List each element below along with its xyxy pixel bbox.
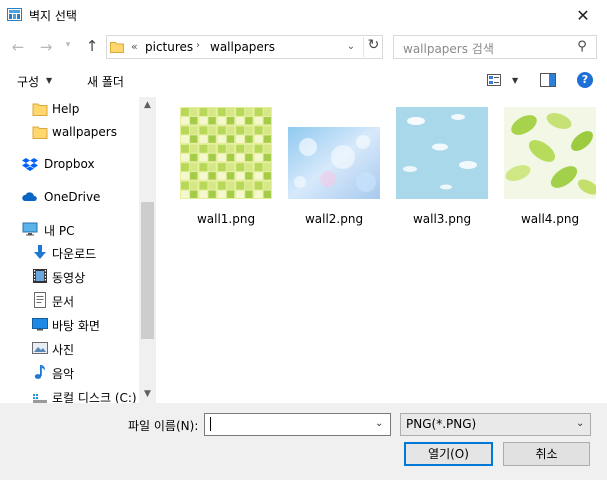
nav-item-local-disk[interactable]: 로컬 디스크 (C:) <box>0 385 140 403</box>
music-icon <box>34 365 45 379</box>
chevron-down-icon[interactable]: ⌄ <box>375 418 383 429</box>
arrow-right-icon: → <box>39 38 53 56</box>
app-icon <box>7 8 22 21</box>
nav-item-dropbox[interactable]: Dropbox <box>0 153 140 175</box>
breadcrumb-wallpapers[interactable]: wallpapers <box>210 40 275 54</box>
thumbnail-wall3 <box>396 107 488 199</box>
view-options-icon[interactable] <box>487 74 501 86</box>
nav-item-label: 문서 <box>52 295 75 309</box>
nav-item-onedrive[interactable]: OneDrive <box>0 186 140 208</box>
file-list: wall1.png wall2.png wall3.png wall4.png <box>156 97 607 403</box>
file-name: wall3.png <box>412 212 472 226</box>
caret-down-icon[interactable]: ▼ <box>46 76 52 85</box>
chevron-down-icon: ⌄ <box>346 41 356 52</box>
window-title: 벽지 선택 <box>29 9 77 23</box>
cancel-button[interactable]: 취소 <box>503 442 590 466</box>
nav-item-label: 로컬 디스크 (C:) <box>52 391 137 403</box>
nav-item-downloads[interactable]: 다운로드 <box>0 241 140 263</box>
file-item-wall4[interactable]: wall4.png <box>496 107 604 227</box>
open-button[interactable]: 열기(O) <box>404 442 493 466</box>
nav-item-documents[interactable]: 문서 <box>0 289 140 311</box>
close-icon: ✕ <box>576 6 590 25</box>
text-cursor <box>210 417 211 431</box>
help-icon[interactable]: ? <box>577 72 593 88</box>
dropbox-icon <box>22 158 38 171</box>
preview-pane-icon[interactable] <box>540 73 556 87</box>
organize-button[interactable]: 구성 <box>17 73 39 90</box>
scroll-up-icon[interactable]: ▲ <box>139 97 156 114</box>
forward-button[interactable]: → <box>36 38 56 58</box>
nav-item-help[interactable]: Help <box>0 98 140 120</box>
pictures-icon <box>32 342 48 354</box>
caret-down-icon[interactable]: ▼ <box>512 76 518 85</box>
file-item-wall3[interactable]: wall3.png <box>388 107 496 227</box>
nav-item-label: 내 PC <box>44 224 75 238</box>
desktop-icon <box>32 318 48 331</box>
scrollbar-thumb[interactable] <box>141 202 154 339</box>
address-dropdown-button[interactable]: ⌄ <box>344 41 358 55</box>
pc-icon <box>22 222 38 236</box>
thumbnail-wall1 <box>180 107 272 199</box>
recent-locations-button[interactable]: ▾ <box>62 40 74 54</box>
folder-icon <box>110 42 124 53</box>
folder-icon <box>32 126 48 139</box>
title-bar <box>0 0 607 31</box>
thumbnail-wall4 <box>504 107 596 199</box>
arrow-up-icon: ↑ <box>85 37 99 55</box>
nav-item-music[interactable]: 음악 <box>0 361 140 383</box>
file-name: wall4.png <box>520 212 580 226</box>
download-icon <box>34 245 46 259</box>
nav-item-label: 동영상 <box>52 271 86 285</box>
filename-label: 파일 이름(N): <box>128 419 199 433</box>
close-button[interactable]: ✕ <box>560 0 606 31</box>
chevron-down-icon: ▾ <box>65 40 71 50</box>
nav-item-label: 바탕 화면 <box>52 319 100 333</box>
video-icon <box>33 269 47 283</box>
nav-item-label: 사진 <box>52 343 75 357</box>
file-item-wall2[interactable]: wall2.png <box>280 107 388 227</box>
back-button[interactable]: ← <box>8 38 28 58</box>
nav-item-label: 음악 <box>52 367 75 381</box>
nav-item-pictures[interactable]: 사진 <box>0 337 140 359</box>
nav-item-desktop[interactable]: 바탕 화면 <box>0 313 140 335</box>
nav-item-label: OneDrive <box>44 190 101 204</box>
thumbnail-wall2 <box>288 127 380 199</box>
navigation-pane: Help wallpapers Dropbox OneDrive 내 PC 다운… <box>0 97 156 403</box>
disk-icon <box>33 394 47 403</box>
file-item-wall1[interactable]: wall1.png <box>172 107 280 227</box>
nav-item-label: Dropbox <box>44 157 95 171</box>
nav-item-label: wallpapers <box>52 125 117 139</box>
search-icon[interactable]: ⚲ <box>574 39 590 55</box>
file-name: wall2.png <box>304 212 364 226</box>
file-name: wall1.png <box>196 212 256 226</box>
folder-icon <box>32 103 48 116</box>
filename-input[interactable] <box>204 413 391 436</box>
search-placeholder: wallpapers 검색 <box>403 42 494 56</box>
chevron-down-icon[interactable]: ⌄ <box>576 418 584 429</box>
breadcrumb-separator-icon[interactable]: › <box>196 40 200 51</box>
nav-item-this-pc[interactable]: 내 PC <box>0 218 140 240</box>
up-button[interactable]: ↑ <box>82 37 102 57</box>
breadcrumb-pictures[interactable]: pictures <box>145 40 193 54</box>
nav-item-wallpapers[interactable]: wallpapers <box>0 121 140 143</box>
file-type-value: PNG(*.PNG) <box>406 417 477 431</box>
address-overflow[interactable]: « <box>131 40 138 53</box>
nav-item-videos[interactable]: 동영상 <box>0 265 140 287</box>
nav-item-label: 다운로드 <box>52 247 97 261</box>
onedrive-icon <box>22 192 37 201</box>
scroll-down-icon[interactable]: ▼ <box>139 386 156 403</box>
nav-item-label: Help <box>52 102 80 116</box>
new-folder-button[interactable]: 새 폴더 <box>87 73 124 90</box>
document-icon <box>34 292 46 308</box>
refresh-button[interactable]: ↻ <box>363 37 383 57</box>
arrow-left-icon: ← <box>11 38 25 56</box>
refresh-icon: ↻ <box>367 37 380 53</box>
